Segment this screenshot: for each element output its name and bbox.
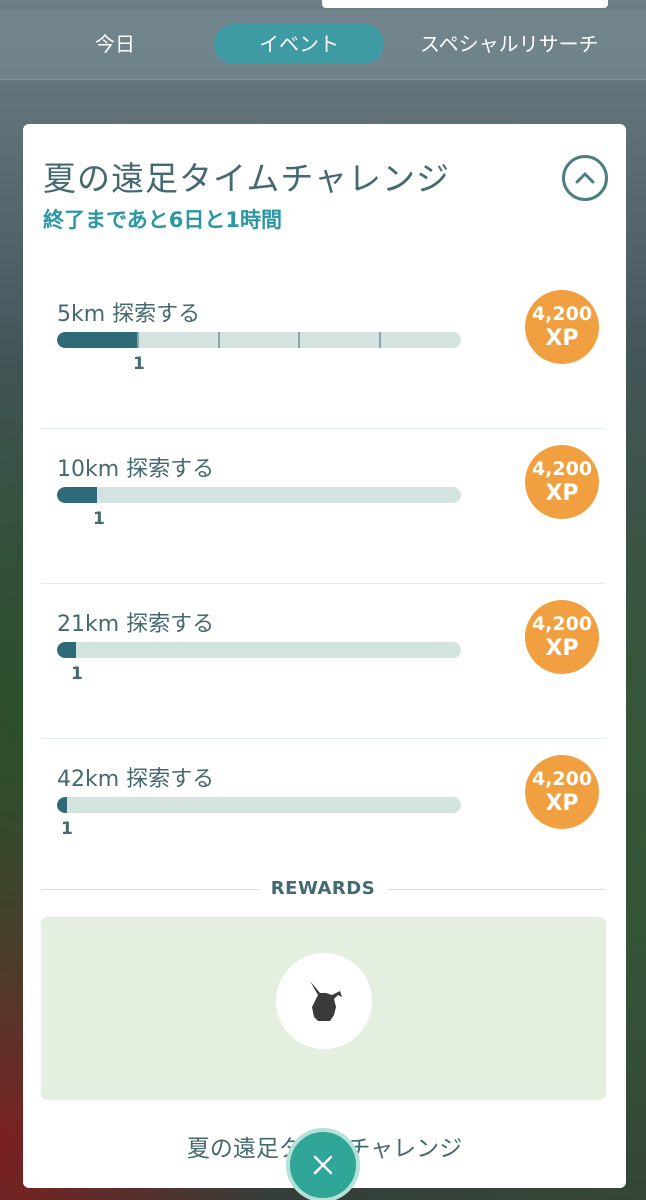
collapse-button[interactable] (562, 155, 608, 201)
task-item: 5km 探索する 1 4,200 XP (41, 274, 606, 429)
task-progress-bar (57, 642, 461, 658)
task-item: 10km 探索する 1 4,200 XP (41, 429, 606, 584)
task-progress-count: 1 (93, 509, 105, 529)
tab-today[interactable]: 今日 (60, 24, 170, 64)
xp-amount: 4,200 (531, 613, 593, 635)
task-label: 5km 探索する (57, 302, 201, 327)
xp-amount: 4,200 (531, 768, 593, 790)
reward-item[interactable] (276, 953, 372, 1049)
xp-reward-badge: 4,200 XP (525, 290, 599, 364)
chevron-up-icon (575, 172, 595, 184)
task-progress-bar (57, 797, 461, 813)
rewards-divider-right (387, 889, 606, 890)
task-progress-count: 1 (71, 664, 83, 684)
xp-unit: XP (545, 791, 579, 816)
xp-amount: 4,200 (531, 458, 593, 480)
task-progress-fill (57, 332, 138, 348)
progress-segment-divider (218, 332, 220, 348)
task-label: 42km 探索する (57, 767, 215, 792)
progress-segment-divider (137, 332, 139, 348)
progress-segment-divider (298, 332, 300, 348)
xp-reward-badge: 4,200 XP (525, 600, 599, 674)
task-progress-count: 1 (133, 354, 145, 374)
task-label: 21km 探索する (57, 612, 215, 637)
tab-bar: 今日 イベント スペシャルリサーチ (0, 10, 646, 80)
tab-event[interactable]: イベント (214, 24, 384, 64)
xp-unit: XP (545, 481, 579, 506)
xp-amount: 4,200 (531, 303, 593, 325)
task-item: 42km 探索する 1 4,200 XP (41, 739, 606, 879)
task-progress-bar (57, 332, 461, 348)
task-progress-count: 1 (61, 819, 73, 839)
event-title: 夏の遠足タイムチャレンジ (43, 159, 451, 198)
event-countdown: 終了まであと6日と1時間 (43, 208, 283, 232)
status-indicator (322, 0, 608, 8)
rewards-panel (41, 917, 606, 1100)
close-icon (313, 1155, 333, 1175)
task-label: 10km 探索する (57, 457, 215, 482)
task-progress-bar (57, 487, 461, 503)
task-item: 21km 探索する 1 4,200 XP (41, 584, 606, 739)
close-button[interactable] (286, 1128, 360, 1200)
task-progress-fill (57, 642, 77, 658)
progress-segment-divider (379, 332, 381, 348)
xp-reward-badge: 4,200 XP (525, 445, 599, 519)
task-progress-fill (57, 487, 98, 503)
pikachu-silhouette-icon (310, 981, 342, 1021)
task-progress-fill (57, 797, 67, 813)
event-card: 夏の遠足タイムチャレンジ 終了まであと6日と1時間 5km 探索する 1 4,2… (23, 124, 626, 1188)
xp-unit: XP (545, 326, 579, 351)
xp-reward-badge: 4,200 XP (525, 755, 599, 829)
xp-unit: XP (545, 636, 579, 661)
tab-special-research[interactable]: スペシャルリサーチ (420, 24, 630, 64)
